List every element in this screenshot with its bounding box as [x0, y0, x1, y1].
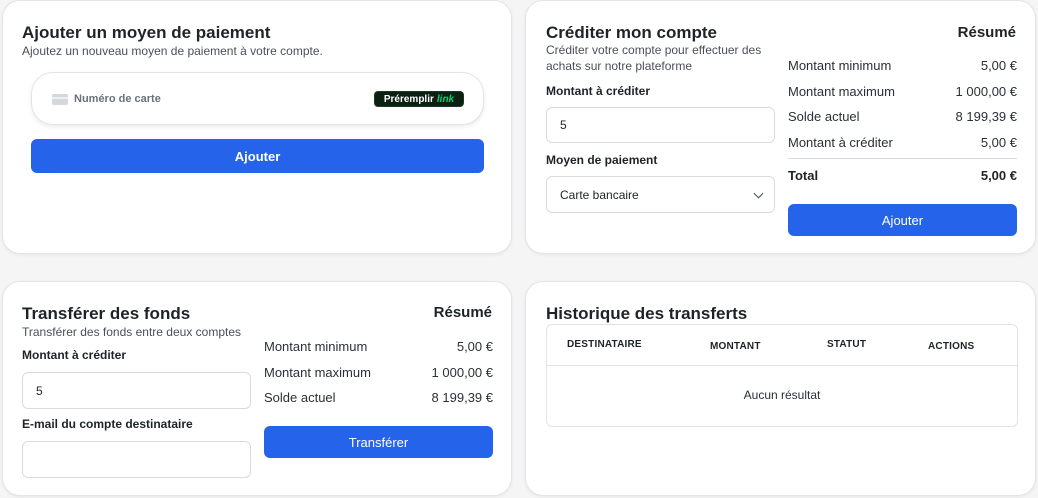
link-brand-logo: link: [436, 93, 455, 105]
credit-summary-row: Montant minimum 5,00 €: [788, 58, 1017, 73]
transfer-summary-title: Résumé: [433, 304, 492, 321]
table-header-divider: [547, 365, 1017, 366]
empty-state-text: Aucun résultat: [743, 388, 821, 402]
prefill-label: Préremplir: [383, 93, 434, 105]
credit-summary-row: Solde actuel 8 199,39 €: [788, 109, 1017, 124]
credit-summary-row: Montant maximum 1 000,00 €: [788, 84, 1017, 99]
summary-row-label: Montant minimum: [788, 58, 892, 73]
credit-account-card: Créditer mon compte Créditer votre compt…: [525, 0, 1036, 254]
payment-method-label: Moyen de paiement: [546, 153, 658, 167]
credit-card-icon: [52, 94, 68, 105]
transfer-history-card: Historique des transferts DESTINATAIRE M…: [525, 281, 1036, 496]
history-table: DESTINATAIRE MONTANT STATUT ACTIONS Aucu…: [546, 324, 1018, 427]
total-value: 5,00 €: [980, 168, 1017, 183]
transfer-amount-label: Montant à créditer: [22, 348, 127, 362]
summary-row-label: Montant minimum: [264, 339, 368, 354]
transfer-summary-row: Solde actuel 8 199,39 €: [264, 390, 493, 405]
add-payment-card: Ajouter un moyen de paiement Ajoutez un …: [2, 0, 512, 254]
column-header-recipient: DESTINATAIRE: [567, 339, 642, 350]
summary-row-value: 1 000,00 €: [955, 84, 1017, 99]
transfer-submit-button[interactable]: Transférer: [264, 426, 493, 458]
add-payment-button[interactable]: Ajouter: [31, 139, 484, 173]
summary-row-value: 5,00 €: [980, 135, 1017, 150]
add-payment-title: Ajouter un moyen de paiement: [22, 23, 271, 42]
credit-account-title: Créditer mon compte: [546, 23, 717, 42]
transfer-summary-row: Montant minimum 5,00 €: [264, 339, 493, 354]
history-title: Historique des transferts: [546, 304, 748, 323]
summary-row-label: Montant à créditer: [788, 135, 893, 150]
transfer-subtitle: Transférer des fonds entre deux comptes: [22, 325, 241, 339]
summary-divider: [788, 158, 1017, 159]
credit-summary-title: Résumé: [957, 24, 1016, 41]
transfer-summary-row: Montant maximum 1 000,00 €: [264, 365, 493, 380]
summary-row-value: 5,00 €: [980, 58, 1017, 73]
credit-amount-input[interactable]: 5: [546, 107, 775, 143]
summary-row-value: 8 199,39 €: [431, 390, 493, 405]
transfer-amount-input[interactable]: 5: [22, 372, 251, 409]
transfer-card: Transférer des fonds Transférer des fond…: [2, 281, 512, 496]
column-header-actions: ACTIONS: [928, 341, 975, 352]
summary-row-value: 8 199,39 €: [955, 109, 1017, 124]
column-header-amount: MONTANT: [710, 341, 761, 352]
credit-account-subtitle: Créditer votre compte pour effectuer des…: [546, 43, 762, 73]
credit-summary-row: Montant à créditer 5,00 €: [788, 135, 1017, 150]
add-payment-subtitle: Ajoutez un nouveau moyen de paiement à v…: [22, 44, 323, 58]
credit-submit-button[interactable]: Ajouter: [788, 204, 1017, 236]
payment-method-value: Carte bancaire: [560, 187, 639, 202]
summary-row-label: Solde actuel: [788, 109, 860, 124]
summary-row-label: Montant maximum: [264, 365, 371, 380]
card-number-field[interactable]: Numéro de carte Préremplir link: [31, 72, 484, 125]
recipient-email-label: E-mail du compte destinataire: [22, 417, 193, 431]
transfer-title: Transférer des fonds: [22, 304, 191, 323]
recipient-email-input[interactable]: [22, 441, 251, 478]
summary-row-label: Solde actuel: [264, 390, 336, 405]
credit-summary-total: Total 5,00 €: [788, 168, 1017, 183]
column-header-status: STATUT: [827, 339, 867, 350]
summary-row-value: 1 000,00 €: [431, 365, 493, 380]
payment-method-select[interactable]: Carte bancaire: [546, 176, 775, 213]
card-number-placeholder: Numéro de carte: [74, 93, 161, 105]
chevron-down-icon: [753, 188, 764, 199]
credit-amount-label: Montant à créditer: [546, 84, 651, 98]
summary-row-value: 5,00 €: [456, 339, 493, 354]
prefill-link-button[interactable]: Préremplir link: [374, 91, 464, 107]
total-label: Total: [788, 168, 819, 183]
summary-row-label: Montant maximum: [788, 84, 895, 99]
